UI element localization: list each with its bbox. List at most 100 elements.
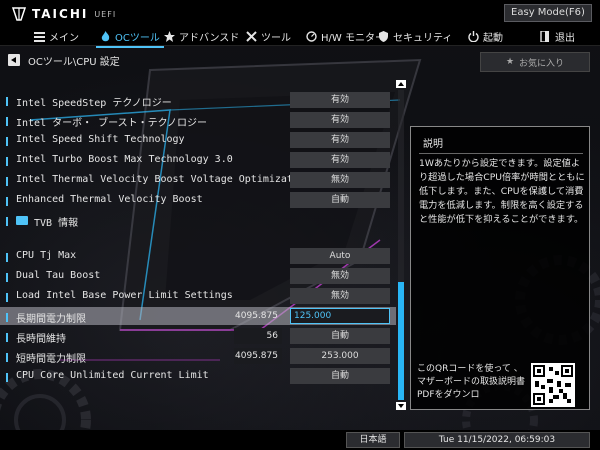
setting-short-power-limit[interactable]: 短時間電力制限 4095.875 253.000 <box>6 348 396 366</box>
logo-subtext: UEFI <box>94 9 117 19</box>
setting-value[interactable]: 自動 <box>290 192 390 208</box>
help-description: 1Wあたりから設定できます。設定値より超過した場合CPU倍率が時間とともに低下し… <box>419 158 585 225</box>
tab-exit[interactable]: 退出 <box>540 28 575 44</box>
scrollbar-thumb[interactable] <box>398 282 404 400</box>
setting-value[interactable]: 無効 <box>290 268 390 284</box>
back-button[interactable] <box>8 54 20 66</box>
setting-long-power-limit[interactable]: 長期間電力制限 4095.875 125.000 <box>0 307 396 326</box>
tab-boot[interactable]: 起動 <box>468 28 503 44</box>
setting-label: 長時間維持 <box>16 334 66 345</box>
tab-exit-label: 退出 <box>555 32 575 44</box>
setting-speed-shift[interactable]: Intel Speed Shift Technology 有効 <box>6 132 396 150</box>
setting-label: 長期間電力制限 <box>16 314 86 325</box>
breadcrumb: OCツール\CPU 設定 <box>28 57 120 68</box>
logo: TAICHI UEFI <box>12 6 116 22</box>
tab-main-label: メイン <box>49 32 79 44</box>
gauge-icon <box>306 30 317 42</box>
setting-label: Intel ターボ・ ブースト・テクノロジー <box>16 118 208 129</box>
setting-value[interactable]: 無効 <box>290 288 390 304</box>
folder-icon <box>16 216 28 225</box>
tab-advanced[interactable]: アドバンスド <box>164 28 239 44</box>
row-indicator <box>6 333 8 342</box>
setting-current-value: 56 <box>234 328 282 344</box>
row-indicator <box>6 157 8 166</box>
help-title: 説明 <box>423 139 443 150</box>
setting-speedstep[interactable]: Intel SpeedStep テクノロジー 有効 <box>6 92 396 110</box>
setting-label: Enhanced Thermal Velocity Boost <box>16 194 203 205</box>
row-indicator <box>6 373 8 382</box>
setting-dual-tau[interactable]: Dual Tau Boost 無効 <box>6 268 396 286</box>
tab-security[interactable]: セキュリティ <box>378 28 452 44</box>
setting-core-current-limit[interactable]: CPU Core Unlimited Current Limit 自動 <box>6 368 396 386</box>
tab-hw-monitor-label: H/W モニター <box>321 32 385 44</box>
scroll-up-button[interactable] <box>396 80 406 88</box>
favorite-button[interactable]: ★ お気に入り <box>480 52 590 72</box>
status-bar: 日本語 Tue 11/15/2022, 06:59:03 <box>0 430 600 450</box>
shield-icon <box>379 30 388 42</box>
wrench-icon <box>246 30 257 42</box>
setting-value[interactable]: 有効 <box>290 132 390 148</box>
tab-tools[interactable]: ツール <box>246 28 291 44</box>
favorite-label: お気に入り <box>519 58 565 69</box>
row-indicator <box>6 97 8 106</box>
row-indicator <box>6 273 8 282</box>
setting-label: Intel SpeedStep テクノロジー <box>16 98 172 109</box>
qr-code <box>531 363 575 407</box>
tab-oc-tools-label: OCツール <box>115 32 160 44</box>
scroll-down-button[interactable] <box>396 402 406 410</box>
setting-current-value: 4095.875 <box>234 348 282 364</box>
setting-current-value: 4095.875 <box>235 311 278 321</box>
setting-tj-max[interactable]: CPU Tj Max Auto <box>6 248 396 266</box>
setting-value[interactable]: 自動 <box>290 368 390 384</box>
easy-mode-button[interactable]: Easy Mode(F6) <box>504 4 592 22</box>
setting-value[interactable]: 自動 <box>290 328 390 344</box>
power-icon <box>468 30 479 42</box>
tab-oc-tools[interactable]: OCツール <box>96 28 164 48</box>
row-indicator <box>6 293 8 302</box>
setting-value[interactable]: 無効 <box>290 172 390 188</box>
language-button[interactable]: 日本語 <box>346 432 400 448</box>
row-indicator <box>6 217 8 226</box>
setting-label: TVB 情報 <box>34 218 79 229</box>
setting-tvb-voltage[interactable]: Intel Thermal Velocity Boost Voltage Opt… <box>6 172 396 190</box>
row-indicator <box>6 117 8 126</box>
tab-hw-monitor[interactable]: H/W モニター <box>306 28 385 44</box>
list-icon <box>34 31 45 42</box>
taichi-logo-icon <box>12 7 26 21</box>
setting-label: Intel Thermal Velocity Boost Voltage Opt… <box>16 174 318 185</box>
tab-tools-label: ツール <box>261 32 291 44</box>
qr-code-icon <box>533 365 573 405</box>
datetime-display: Tue 11/15/2022, 06:59:03 <box>404 432 590 448</box>
setting-value[interactable]: Auto <box>290 248 390 264</box>
setting-turbo-boost[interactable]: Intel ターボ・ ブースト・テクノロジー 有効 <box>6 112 396 130</box>
flame-icon <box>101 30 110 41</box>
setting-edit-input[interactable]: 125.000 <box>290 308 390 324</box>
setting-label: CPU Core Unlimited Current Limit <box>16 370 209 381</box>
setting-label: Intel Speed Shift Technology <box>16 134 185 145</box>
row-indicator <box>6 313 8 322</box>
setting-label: CPU Tj Max <box>16 250 77 261</box>
star-icon: ★ <box>505 57 515 67</box>
help-panel: 説明 1Wあたりから設定できます。設定値より超過した場合CPU倍率が時間とともに… <box>410 126 590 410</box>
row-indicator <box>6 253 8 262</box>
setting-enhanced-tvb[interactable]: Enhanced Thermal Velocity Boost 自動 <box>6 192 396 210</box>
setting-value[interactable]: 有効 <box>290 92 390 108</box>
setting-turbo-boost-max[interactable]: Intel Turbo Boost Max Technology 3.0 有効 <box>6 152 396 170</box>
setting-long-duration[interactable]: 長時間維持 56 自動 <box>6 328 396 346</box>
setting-tvb-info[interactable]: TVB 情報 <box>6 212 396 230</box>
exit-icon <box>540 30 549 42</box>
logo-text: TAICHI <box>32 7 89 21</box>
setting-value[interactable]: 有効 <box>290 112 390 128</box>
setting-value[interactable]: 253.000 <box>290 348 390 364</box>
setting-label: Load Intel Base Power Limit Settings <box>16 290 233 301</box>
setting-base-power-limit[interactable]: Load Intel Base Power Limit Settings 無効 <box>6 288 396 306</box>
tab-boot-label: 起動 <box>483 32 503 44</box>
setting-value[interactable]: 有効 <box>290 152 390 168</box>
row-indicator <box>6 177 8 186</box>
tab-main[interactable]: メイン <box>34 28 79 44</box>
tab-security-label: セキュリティ <box>393 32 453 44</box>
star-icon <box>164 30 175 42</box>
qr-description: このQRコードを使って 、マザーボードの取扱説明書PDFをダウンロ <box>417 364 526 400</box>
row-indicator <box>6 197 8 206</box>
top-bar: TAICHI UEFI Easy Mode(F6) <box>0 0 600 26</box>
